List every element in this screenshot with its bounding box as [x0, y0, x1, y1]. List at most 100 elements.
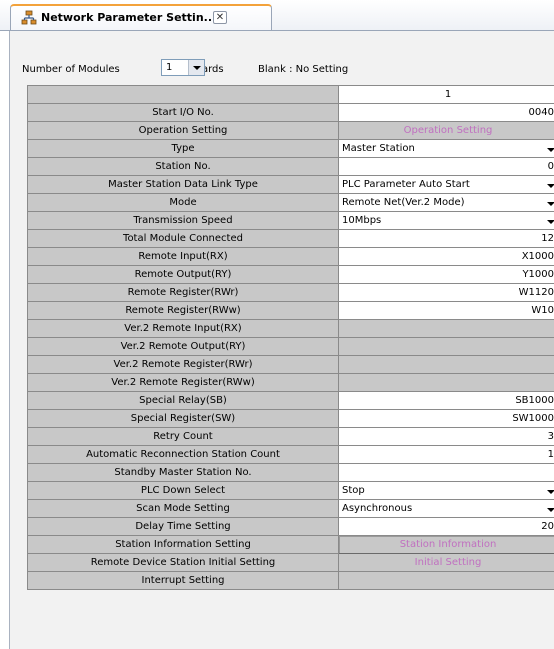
table-row: Operation Setting Operation Setting	[27, 121, 554, 140]
row-label: Remote Output(RY)	[27, 265, 339, 284]
row-label: Standby Master Station No.	[27, 463, 339, 482]
chevron-down-icon[interactable]	[542, 213, 554, 228]
row-label: Scan Mode Setting	[27, 499, 339, 518]
disabled-cell	[338, 571, 554, 590]
value-field[interactable]: 1	[338, 445, 554, 464]
value-dropdown[interactable]: Stop	[338, 481, 554, 500]
table-row: Interrupt Setting	[27, 571, 554, 590]
row-label: Remote Register(RWw)	[27, 301, 339, 320]
value-dropdown[interactable]: Remote Net(Ver.2 Mode)	[338, 193, 554, 212]
value-field[interactable]: X1000	[338, 247, 554, 266]
row-label: Ver.2 Remote Output(RY)	[27, 337, 339, 356]
table-row: Remote Output(RY) Y1000	[27, 265, 554, 284]
table-row: Remote Register(RWw) W10	[27, 301, 554, 320]
disabled-cell	[338, 355, 554, 374]
tab-title: Network Parameter Settin...	[41, 11, 217, 24]
table-row: Special Register(SW) SW1000	[27, 409, 554, 428]
table-row: Master Station Data Link Type PLC Paramet…	[27, 175, 554, 194]
table-row: Total Module Connected 12	[27, 229, 554, 248]
row-label: Transmission Speed	[27, 211, 339, 230]
table-row: Automatic Reconnection Station Count 1	[27, 445, 554, 464]
disabled-cell	[338, 337, 554, 356]
chevron-down-icon[interactable]	[542, 141, 554, 156]
table-row: Remote Input(RX) X1000	[27, 247, 554, 266]
table-row: Start I/O No. 0040	[27, 103, 554, 122]
row-label: Interrupt Setting	[27, 571, 339, 590]
value-field[interactable]: 12	[338, 229, 554, 248]
table-row: Delay Time Setting 20	[27, 517, 554, 536]
chevron-down-icon[interactable]	[542, 483, 554, 498]
row-label: Mode	[27, 193, 339, 212]
value-field[interactable]: Y1000	[338, 265, 554, 284]
row-label: Ver.2 Remote Input(RX)	[27, 319, 339, 338]
close-icon[interactable]: ✕	[213, 11, 227, 24]
modules-label: Number of Modules	[22, 64, 120, 75]
network-icon	[21, 10, 37, 25]
row-label: Total Module Connected	[27, 229, 339, 248]
chevron-down-icon[interactable]	[542, 501, 554, 516]
disabled-cell	[338, 319, 554, 338]
table-row: Mode Remote Net(Ver.2 Mode)	[27, 193, 554, 212]
value-field[interactable]: 20	[338, 517, 554, 536]
table-row: Station Information Setting Station Infor…	[27, 535, 554, 554]
row-label: Special Register(SW)	[27, 409, 339, 428]
row-label: Delay Time Setting	[27, 517, 339, 536]
table-row: Ver.2 Remote Register(RWr)	[27, 355, 554, 374]
dropdown-value: Stop	[342, 485, 365, 496]
row-label: PLC Down Select	[27, 481, 339, 500]
row-label: Master Station Data Link Type	[27, 175, 339, 194]
value-field[interactable]: 0	[338, 157, 554, 176]
value-field[interactable]: W1120	[338, 283, 554, 302]
tab-network-parameter[interactable]: Network Parameter Settin... ✕	[10, 4, 272, 30]
table-row: Transmission Speed 10Mbps	[27, 211, 554, 230]
setting-button[interactable]: Initial Setting	[338, 553, 554, 572]
row-label: Station No.	[27, 157, 339, 176]
value-field[interactable]: SW1000	[338, 409, 554, 428]
row-label: Type	[27, 139, 339, 158]
row-label: Remote Device Station Initial Setting	[27, 553, 339, 572]
table-row: PLC Down Select Stop	[27, 481, 554, 500]
row-label: Automatic Reconnection Station Count	[27, 445, 339, 464]
value-dropdown[interactable]: Asynchronous	[338, 499, 554, 518]
value-dropdown[interactable]: 10Mbps	[338, 211, 554, 230]
row-label: Special Relay(SB)	[27, 391, 339, 410]
value-field[interactable]: 0040	[338, 103, 554, 122]
column-header-1: 1	[338, 85, 554, 104]
setting-button[interactable]: Operation Setting	[338, 121, 554, 140]
row-label: Retry Count	[27, 427, 339, 446]
value-field[interactable]	[338, 463, 554, 482]
dropdown-value: Master Station	[342, 143, 415, 154]
value-field[interactable]: SB1000	[338, 391, 554, 410]
setting-button[interactable]: Station Information	[338, 535, 554, 554]
value-dropdown[interactable]: PLC Parameter Auto Start	[338, 175, 554, 194]
chevron-down-icon[interactable]	[542, 177, 554, 192]
table-row: Standby Master Station No.	[27, 463, 554, 482]
table-row: Station No. 0	[27, 157, 554, 176]
table-row: Ver.2 Remote Register(RWw)	[27, 373, 554, 392]
table-header-row: 1	[27, 85, 554, 104]
row-label: Station Information Setting	[27, 535, 339, 554]
row-label: Ver.2 Remote Register(RWr)	[27, 355, 339, 374]
table-row: Type Master Station	[27, 139, 554, 158]
value-field[interactable]: W10	[338, 301, 554, 320]
value-dropdown[interactable]: Master Station	[338, 139, 554, 158]
dropdown-value: 10Mbps	[342, 215, 382, 226]
chevron-down-icon[interactable]	[188, 60, 204, 75]
row-label: Ver.2 Remote Register(RWw)	[27, 373, 339, 392]
table-row: Remote Device Station Initial Setting Ini…	[27, 553, 554, 572]
blank-hint: Blank : No Setting	[258, 64, 349, 75]
modules-select[interactable]: 1	[161, 59, 205, 76]
table-row: Special Relay(SB) SB1000	[27, 391, 554, 410]
disabled-cell	[338, 373, 554, 392]
table-row: Remote Register(RWr) W1120	[27, 283, 554, 302]
chevron-down-icon[interactable]	[542, 195, 554, 210]
dropdown-value: Remote Net(Ver.2 Mode)	[342, 197, 465, 208]
row-label: Operation Setting	[27, 121, 339, 140]
row-label: Remote Input(RX)	[27, 247, 339, 266]
modules-value: 1	[166, 62, 173, 73]
table-row: Ver.2 Remote Input(RX)	[27, 319, 554, 338]
row-label: Start I/O No.	[27, 103, 339, 122]
tab-strip: Network Parameter Settin... ✕	[0, 0, 554, 31]
value-field[interactable]: 3	[338, 427, 554, 446]
dropdown-value: PLC Parameter Auto Start	[342, 179, 470, 190]
